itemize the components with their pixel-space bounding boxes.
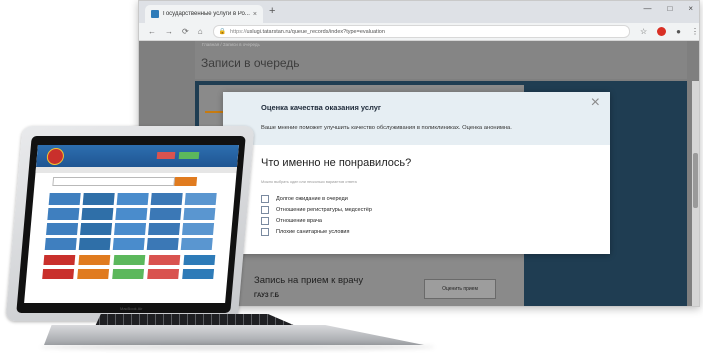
lock-icon: 🔒: [218, 29, 227, 35]
address-bar[interactable]: 🔒 https:// uslugi.tatarstan.ru/queue_rec…: [212, 25, 630, 38]
site-nav: [35, 167, 237, 173]
service-tiles: [44, 193, 217, 250]
reload-button[interactable]: ⟳: [182, 27, 189, 36]
service-tile: [183, 255, 216, 265]
browser-tab[interactable]: Государственные услуги в Ро... ×: [145, 5, 263, 23]
bookmark-star-icon[interactable]: ☆: [640, 27, 647, 36]
laptop-mockup: MacBook Air: [0, 118, 435, 353]
service-tile: [44, 238, 77, 250]
close-window-button[interactable]: ×: [688, 4, 693, 13]
window-controls: — □ ×: [643, 4, 693, 13]
url-scheme: https://: [230, 28, 247, 35]
site-search-input: [52, 177, 176, 186]
page-scrollbar[interactable]: [692, 81, 699, 306]
laptop-shadow: [40, 344, 435, 350]
service-tile: [43, 255, 76, 265]
service-tile: [77, 269, 110, 279]
home-button[interactable]: ⌂: [198, 27, 203, 36]
service-tile: [78, 238, 111, 250]
service-tile: [113, 255, 146, 265]
service-tile: [115, 208, 148, 220]
site-register-button: [178, 152, 200, 159]
laptop-screen: [24, 145, 239, 303]
maximize-button[interactable]: □: [667, 4, 672, 13]
service-tile: [112, 238, 145, 250]
service-tile: [42, 269, 75, 279]
service-tile: [150, 193, 183, 205]
service-tile: [148, 255, 181, 265]
service-tile: [47, 208, 80, 220]
service-tile: [82, 193, 115, 205]
laptop-base: [44, 325, 424, 345]
favicon-icon: [151, 10, 159, 18]
service-tile: [78, 255, 111, 265]
service-tile: [112, 269, 145, 279]
service-tile: [46, 223, 79, 235]
site-search-button: [174, 177, 198, 186]
service-tile: [116, 193, 149, 205]
profile-icon[interactable]: ●: [676, 27, 681, 36]
adblock-icon[interactable]: [657, 27, 667, 36]
url-text: uslugi.tatarstan.ru/queue_records/index?…: [246, 28, 385, 35]
service-tile: [180, 238, 213, 250]
breadcrumb[interactable]: Главная / Записи в очередь: [202, 42, 260, 47]
service-tile: [182, 223, 215, 235]
service-tile: [146, 238, 179, 250]
tab-title: Государственные услуги в Ро...: [163, 11, 250, 17]
site-header: [35, 145, 239, 167]
new-tab-button[interactable]: +: [269, 5, 275, 17]
service-tile: [48, 193, 81, 205]
service-tile: [147, 269, 180, 279]
site-login-button: [156, 152, 176, 159]
service-tile: [182, 269, 215, 279]
menu-icon[interactable]: ⋮: [691, 27, 699, 36]
service-tile: [80, 223, 113, 235]
service-tile: [148, 223, 181, 235]
tab-close-icon[interactable]: ×: [253, 11, 257, 18]
close-icon[interactable]: ×: [591, 95, 600, 111]
service-tile: [149, 208, 182, 220]
service-tile: [81, 208, 114, 220]
browser-toolbar: ← → ⟳ ⌂ 🔒 https:// uslugi.tatarstan.ru/q…: [139, 23, 699, 41]
laptop-label: MacBook Air: [120, 306, 143, 311]
modal-title: Оценка качества оказания услуг: [261, 103, 382, 112]
service-tile: [184, 193, 217, 205]
page-title: Записи в очередь: [201, 56, 300, 70]
tab-bar: Государственные услуги в Ро... × + — □ ×: [139, 1, 699, 23]
rate-appointment-button[interactable]: Оценить прием: [424, 279, 496, 299]
scrollbar-thumb[interactable]: [693, 153, 698, 208]
service-tiles-lower: [42, 255, 216, 279]
service-tile: [114, 223, 147, 235]
toolbar-right-icons: ☆ ● ⋮: [640, 27, 699, 36]
service-tile: [183, 208, 216, 220]
back-button[interactable]: ←: [148, 27, 156, 36]
forward-button[interactable]: →: [165, 27, 173, 36]
minimize-button[interactable]: —: [643, 4, 651, 13]
